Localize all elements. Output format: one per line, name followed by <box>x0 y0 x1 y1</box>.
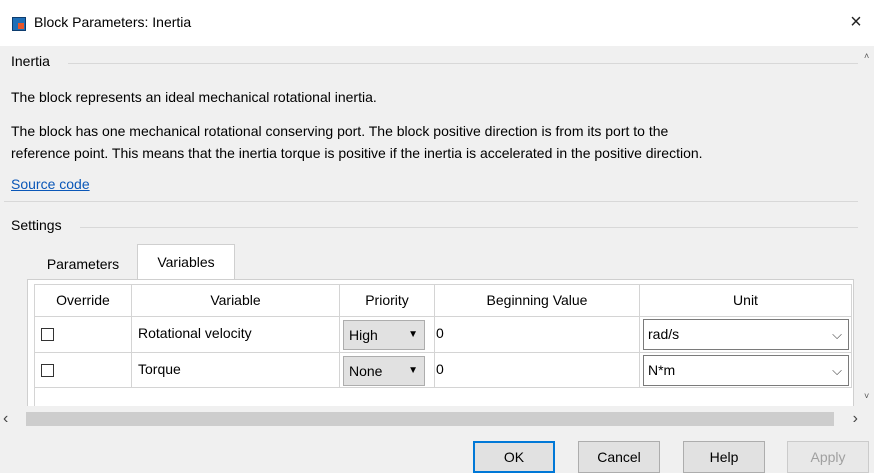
help-button[interactable]: Help <box>683 441 765 473</box>
cancel-button[interactable]: Cancel <box>578 441 660 473</box>
source-code-link[interactable]: Source code <box>11 176 90 192</box>
tab-variables[interactable]: Variables <box>137 244 235 280</box>
dialog-content: Inertia The block represents an ideal me… <box>0 46 862 406</box>
scroll-left-icon[interactable]: ‹ <box>3 410 8 428</box>
unit-value: rad/s <box>648 326 680 342</box>
value-cell: 0 <box>435 353 640 388</box>
description-line-2: The block has one mechanical rotational … <box>11 123 669 139</box>
unit-value: N*m <box>648 362 676 378</box>
beginning-value-field[interactable]: 0 <box>436 325 444 341</box>
beginning-value-field[interactable]: 0 <box>436 361 444 377</box>
column-header-unit: Unit <box>640 284 852 317</box>
description-line-3: reference point. This means that the ine… <box>11 145 703 161</box>
scroll-down-icon[interactable]: ˅ <box>864 391 869 401</box>
window-title: Block Parameters: Inertia <box>34 14 192 30</box>
horizontal-scrollbar[interactable]: ‹ › <box>0 410 862 428</box>
group-divider <box>80 227 858 228</box>
settings-group-title: Settings <box>11 217 62 233</box>
variable-cell: Torque <box>132 353 340 388</box>
simulink-block-icon <box>12 17 26 31</box>
group-divider <box>68 63 858 64</box>
variable-name: Torque <box>138 361 181 377</box>
dropdown-arrow-icon: ▼ <box>408 329 418 340</box>
priority-dropdown[interactable]: None ▼ <box>343 356 425 386</box>
table-row <box>34 317 132 353</box>
close-icon[interactable]: × <box>844 10 868 34</box>
table-row <box>34 353 132 388</box>
variable-name: Rotational velocity <box>138 325 252 341</box>
priority-cell: None ▼ <box>340 353 435 388</box>
chevron-down-icon: ⌵ <box>832 327 842 342</box>
priority-cell: High ▼ <box>340 317 435 353</box>
scrollbar-thumb[interactable] <box>26 412 834 426</box>
ok-button[interactable]: OK <box>473 441 555 473</box>
description-line-1: The block represents an ideal mechanical… <box>11 89 377 105</box>
unit-combobox[interactable]: rad/s ⌵ <box>643 319 849 350</box>
title-bar: Block Parameters: Inertia × <box>0 0 874 46</box>
column-header-priority: Priority <box>340 284 435 317</box>
unit-combobox[interactable]: N*m ⌵ <box>643 355 849 386</box>
apply-button[interactable]: Apply <box>787 441 869 473</box>
column-header-beginning-value: Beginning Value <box>435 284 640 317</box>
priority-value: None <box>349 363 383 379</box>
priority-dropdown[interactable]: High ▼ <box>343 320 425 350</box>
chevron-down-icon: ⌵ <box>832 363 842 378</box>
priority-value: High <box>349 327 378 343</box>
tab-parameters[interactable]: Parameters <box>29 248 137 280</box>
override-checkbox[interactable] <box>41 328 54 341</box>
scroll-up-icon[interactable]: ˄ <box>864 51 869 61</box>
column-header-variable: Variable <box>132 284 340 317</box>
value-cell: 0 <box>435 317 640 353</box>
dropdown-arrow-icon: ▼ <box>408 365 418 376</box>
vertical-scrollbar[interactable]: ˄ ˅ <box>862 46 874 406</box>
inertia-group-title: Inertia <box>11 53 50 69</box>
scroll-right-icon[interactable]: › <box>853 410 858 428</box>
unit-cell: rad/s ⌵ <box>640 317 852 353</box>
group-divider <box>4 201 858 202</box>
column-header-override: Override <box>34 284 132 317</box>
variable-cell: Rotational velocity <box>132 317 340 353</box>
unit-cell: N*m ⌵ <box>640 353 852 388</box>
override-checkbox[interactable] <box>41 364 54 377</box>
table-border <box>34 388 35 406</box>
